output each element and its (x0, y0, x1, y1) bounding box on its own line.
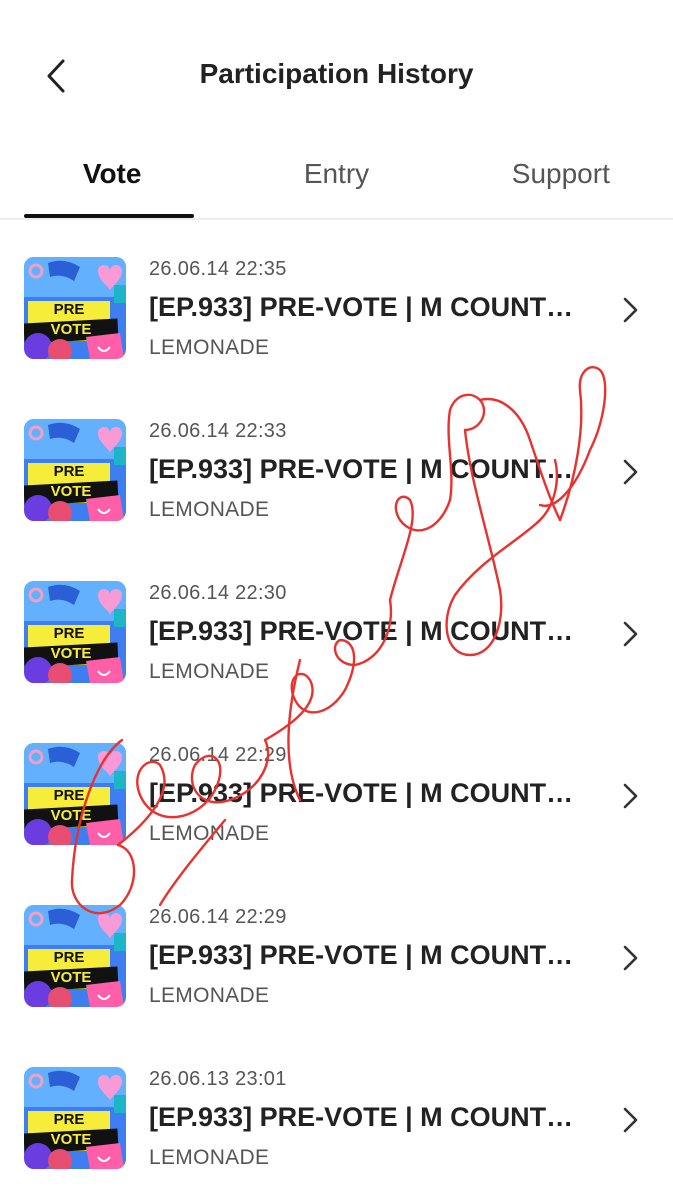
chevron-right-icon (623, 945, 638, 971)
item-date: 26.06.14 22:29 (149, 906, 287, 928)
item-artist: LEMONADE (149, 498, 270, 521)
list-item[interactable]: PRE VOTE 26.06.13 23:01 [EP.933] PRE-VOT… (0, 1032, 673, 1194)
item-artist: LEMONADE (149, 336, 270, 359)
list-item[interactable]: PRE VOTE 26.06.14 22:29 [EP.933] PRE-VOT… (0, 870, 673, 1032)
event-thumbnail: PRE VOTE (24, 257, 126, 359)
item-title: [EP.933] PRE-VOTE | M COUNTDOWN (149, 616, 579, 646)
participation-list: PRE VOTE 26.06.14 22:35 [EP.933] PRE-VOT… (0, 222, 673, 1194)
tab-bar: Vote Entry Support (0, 140, 673, 220)
thumbnail-text-pre: PRE (53, 1111, 85, 1128)
tab-vote[interactable]: Vote (0, 140, 224, 218)
chevron-right-icon (623, 459, 638, 485)
chevron-right-icon (623, 783, 638, 809)
item-artist: LEMONADE (149, 984, 270, 1007)
thumbnail-text-vote: VOTE (50, 645, 92, 662)
item-artist: LEMONADE (149, 1146, 270, 1169)
item-title: [EP.933] PRE-VOTE | M COUNTDOWN (149, 454, 579, 484)
active-tab-indicator (24, 214, 194, 218)
list-item[interactable]: PRE VOTE 26.06.14 22:30 [EP.933] PRE-VOT… (0, 546, 673, 708)
thumbnail-text-vote: VOTE (50, 483, 92, 500)
item-date: 26.06.14 22:29 (149, 744, 287, 766)
thumbnail-text-pre: PRE (53, 625, 85, 642)
item-artist: LEMONADE (149, 822, 270, 845)
chevron-right-icon (623, 1107, 638, 1133)
event-thumbnail: PRE VOTE (24, 905, 126, 1007)
list-item[interactable]: PRE VOTE 26.06.14 22:35 [EP.933] PRE-VOT… (0, 222, 673, 384)
thumbnail-text-vote: VOTE (50, 321, 92, 338)
item-title: [EP.933] PRE-VOTE | M COUNTDOWN (149, 292, 579, 322)
item-title: [EP.933] PRE-VOTE | M COUNTDOWN (149, 778, 579, 808)
event-thumbnail: PRE VOTE (24, 1067, 126, 1169)
chevron-right-icon (623, 297, 638, 323)
item-artist: LEMONADE (149, 660, 270, 683)
item-date: 26.06.14 22:33 (149, 420, 287, 442)
chevron-right-icon (623, 621, 638, 647)
app-header: Participation History (0, 0, 673, 140)
thumbnail-text-vote: VOTE (50, 969, 92, 986)
tab-entry[interactable]: Entry (224, 140, 448, 218)
thumbnail-text-vote: VOTE (50, 807, 92, 824)
tab-support[interactable]: Support (449, 140, 673, 218)
page-title: Participation History (199, 58, 474, 89)
list-item[interactable]: PRE VOTE 26.06.14 22:33 [EP.933] PRE-VOT… (0, 384, 673, 546)
item-title: [EP.933] PRE-VOTE | M COUNTDOWN (149, 940, 579, 970)
list-item[interactable]: PRE VOTE 26.06.14 22:29 [EP.933] PRE-VOT… (0, 708, 673, 870)
event-thumbnail: PRE VOTE (24, 743, 126, 845)
event-thumbnail: PRE VOTE (24, 581, 126, 683)
item-date: 26.06.13 23:01 (149, 1068, 287, 1090)
thumbnail-text-vote: VOTE (50, 1131, 92, 1148)
event-thumbnail: PRE VOTE (24, 419, 126, 521)
thumbnail-text-pre: PRE (53, 787, 85, 804)
item-date: 26.06.14 22:35 (149, 258, 287, 280)
thumbnail-text-pre: PRE (53, 463, 85, 480)
item-date: 26.06.14 22:30 (149, 582, 287, 604)
item-title: [EP.933] PRE-VOTE | M COUNTDOWN (149, 1102, 579, 1132)
thumbnail-text-pre: PRE (53, 301, 85, 318)
thumbnail-text-pre: PRE (53, 949, 85, 966)
